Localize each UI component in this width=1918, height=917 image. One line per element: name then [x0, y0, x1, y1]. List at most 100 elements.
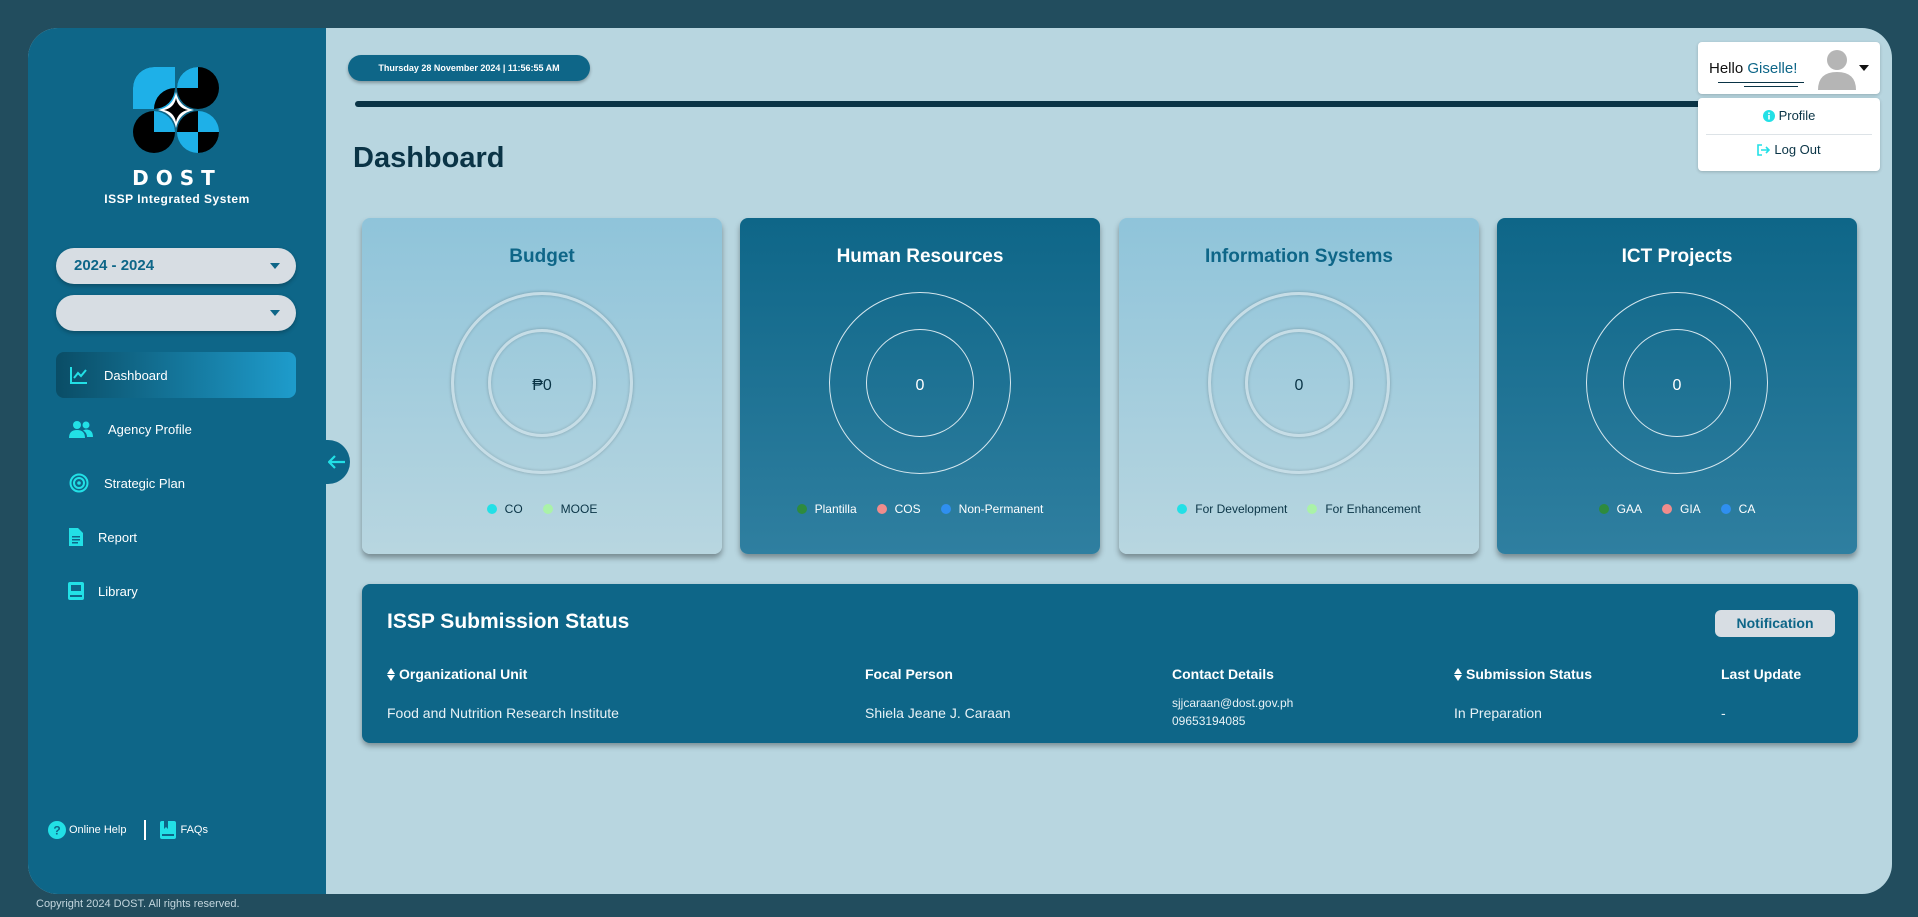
legend-dot [1662, 504, 1672, 514]
column-label: Organizational Unit [399, 666, 528, 682]
column-header-submission-status[interactable]: Submission Status [1454, 666, 1592, 682]
app-window: DOST ISSP Integrated System 2024 - 2024 … [28, 28, 1892, 894]
chevron-down-icon [1859, 65, 1869, 71]
cell-status: In Preparation [1454, 705, 1542, 721]
card-title: Budget [509, 246, 575, 267]
sidebar-item-agency-profile[interactable]: Agency Profile [56, 406, 296, 452]
legend-item: For Development [1177, 502, 1287, 516]
profile-label: Profile [1778, 108, 1816, 123]
page-title: Dashboard [353, 142, 505, 174]
divider [1706, 134, 1872, 135]
menu-item-profile[interactable]: Profile [1698, 108, 1880, 123]
datetime-display: Thursday 28 November 2024 | 11:56:55 AM [348, 55, 590, 81]
chart-legend: For Development For Enhancement [1119, 502, 1479, 516]
legend-label: GIA [1680, 502, 1701, 516]
chart-line-icon [68, 364, 90, 386]
legend-label: COS [894, 502, 921, 516]
sidebar-item-label: Library [98, 583, 138, 599]
legend-item: CO [486, 502, 523, 516]
underline [1744, 86, 1798, 87]
legend-dot [1307, 504, 1318, 514]
year-range-select[interactable]: 2024 - 2024 [56, 248, 296, 284]
legend-label: GAA [1616, 502, 1642, 516]
legend-dot [1177, 504, 1188, 514]
question-circle-icon: ? [48, 821, 66, 839]
cell-phone: 09653194085 [1172, 714, 1246, 728]
logout-icon [1757, 143, 1771, 156]
sidebar-item-label: Report [98, 529, 138, 545]
svg-text:?: ? [53, 824, 60, 838]
faqs-link[interactable]: FAQs [160, 821, 208, 839]
legend-label: CA [1738, 502, 1756, 516]
arrow-left-icon [328, 455, 346, 469]
legend-item: GIA [1662, 502, 1701, 516]
chevron-down-icon [270, 263, 280, 269]
book-bookmark-icon [160, 821, 177, 839]
divider [144, 820, 147, 840]
legend-dot [796, 504, 807, 514]
user-dropdown-menu: Profile Log Out [1698, 98, 1880, 171]
secondary-select[interactable] [56, 295, 296, 331]
greeting-text: Hello [1709, 60, 1744, 77]
panel-title: ISSP Submission Status [387, 610, 630, 633]
document-icon [68, 526, 84, 548]
column-header-focal-person: Focal Person [865, 666, 953, 682]
legend-label: Plantilla [814, 502, 857, 516]
card-value: 0 [1294, 377, 1304, 394]
cell-email: sjjcaraan@dost.gov.ph [1172, 696, 1294, 710]
menu-item-logout[interactable]: Log Out [1698, 142, 1880, 157]
column-header-organizational-unit[interactable]: Organizational Unit [387, 666, 527, 682]
legend-item: GAA [1598, 502, 1642, 516]
card-value: ₱0 [532, 377, 552, 394]
online-help-link[interactable]: ? Online Help [48, 821, 126, 839]
cell-unit: Food and Nutrition Research Institute [387, 705, 619, 721]
online-help-label: Online Help [69, 824, 127, 836]
legend-item: Non-Permanent [940, 502, 1043, 516]
legend-dot [1720, 504, 1731, 514]
info-icon [1762, 109, 1775, 122]
logout-label: Log Out [1774, 142, 1821, 157]
card-title: Human Resources [836, 246, 1004, 267]
users-icon [68, 418, 94, 440]
collapse-sidebar-button[interactable] [324, 440, 350, 484]
avatar [1816, 46, 1858, 90]
sidebar-item-report[interactable]: Report [56, 514, 296, 560]
cell-last-update: - [1721, 705, 1726, 721]
sidebar-item-dashboard[interactable]: Dashboard [56, 352, 296, 398]
column-label: Focal Person [865, 666, 953, 682]
notification-button[interactable]: Notification [1715, 610, 1835, 637]
sidebar: DOST ISSP Integrated System 2024 - 2024 … [28, 28, 326, 894]
user-greeting: Hello Giselle! [1709, 60, 1797, 77]
card-value: 0 [915, 377, 925, 394]
card-title: ICT Projects [1621, 246, 1733, 267]
legend-item: For Enhancement [1307, 502, 1421, 516]
sidebar-item-library[interactable]: Library [56, 568, 296, 614]
legend-label: MOOE [560, 502, 598, 516]
faqs-label: FAQs [180, 824, 208, 836]
year-range-value: 2024 - 2024 [74, 257, 155, 274]
sidebar-item-strategic-plan[interactable]: Strategic Plan [56, 460, 296, 506]
underline [1718, 82, 1804, 83]
card-value: 0 [1672, 377, 1682, 394]
brand-subtitle: ISSP Integrated System [104, 192, 250, 206]
column-header-last-update: Last Update [1721, 666, 1801, 682]
human-resources-card: Human Resources 0 Plantilla COS Non-Perm… [740, 218, 1100, 554]
dost-logo [131, 65, 221, 155]
legend-dot [940, 504, 951, 514]
user-menu-toggle[interactable]: Hello Giselle! [1698, 42, 1880, 94]
legend-dot [876, 504, 887, 514]
legend-dot [1598, 504, 1609, 514]
legend-label: For Development [1195, 502, 1288, 516]
user-name: Giselle! [1747, 60, 1798, 77]
sidebar-item-label: Strategic Plan [104, 475, 185, 491]
target-icon [68, 472, 90, 494]
chart-legend: CO MOOE [362, 502, 722, 516]
budget-card: Budget ₱0 CO MOOE [362, 218, 722, 554]
book-icon [68, 580, 84, 602]
information-systems-card: Information Systems 0 For Development Fo… [1119, 218, 1479, 554]
legend-item: MOOE [542, 502, 598, 516]
legend-label: For Enhancement [1325, 502, 1421, 516]
legend-item: COS [876, 502, 921, 516]
brand-name: DOST [132, 166, 222, 190]
legend-label: CO [504, 502, 523, 516]
